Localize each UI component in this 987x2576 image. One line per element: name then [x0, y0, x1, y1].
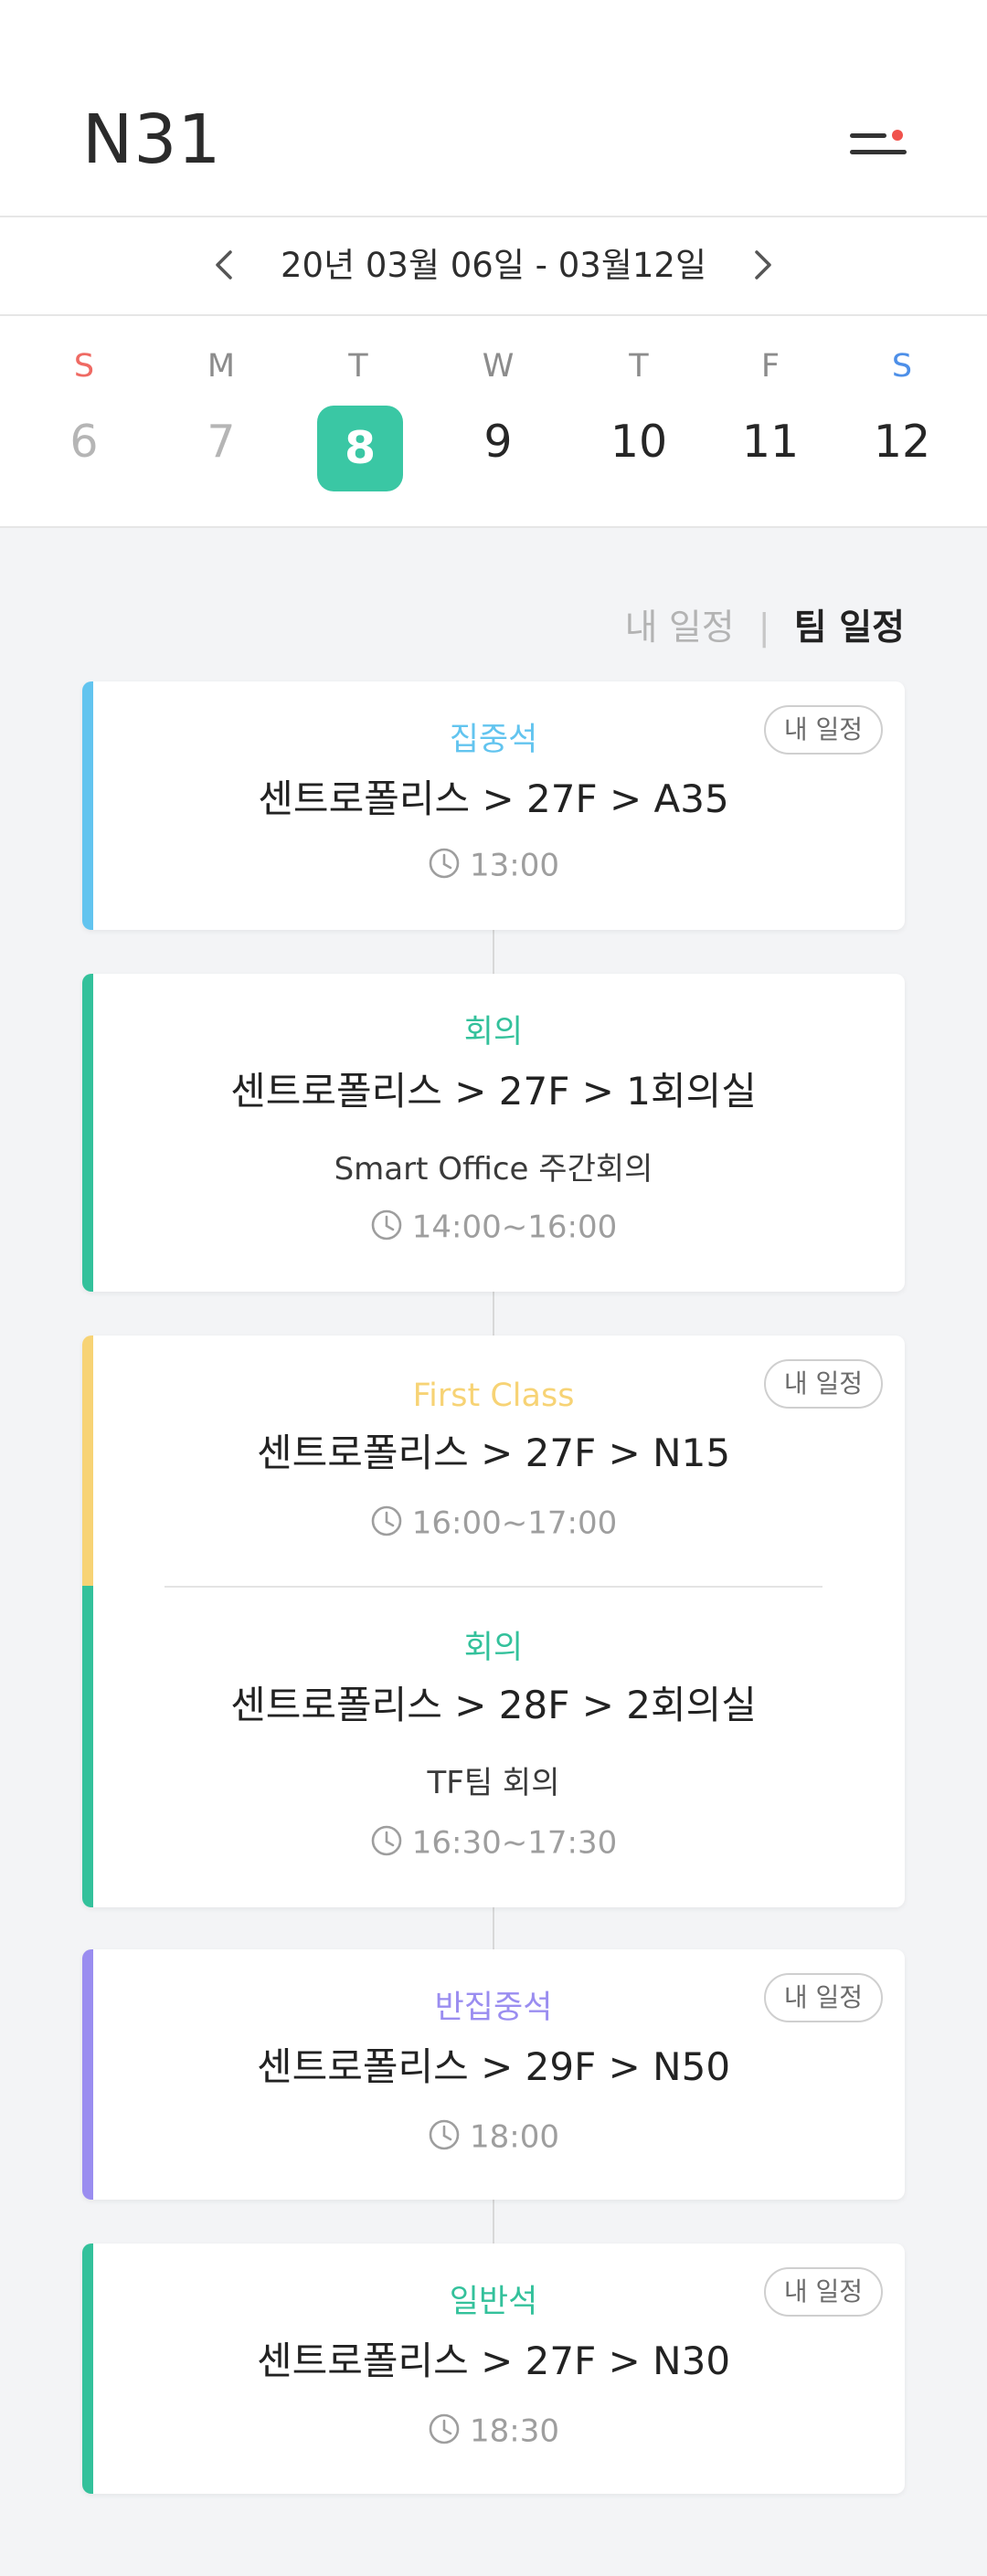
schedule-card[interactable]: 내 일정 반집중석 센트로폴리스 > 29F > N50 18:00 — [82, 1949, 905, 2200]
schedule-type: 회의 — [463, 1014, 524, 1050]
page-title: N31 — [82, 100, 222, 179]
menu-button[interactable] — [841, 119, 907, 170]
schedule-location: 센트로폴리스 > 27F > N15 — [256, 1431, 731, 1475]
schedule-description: Smart Office 주간회의 — [334, 1151, 653, 1188]
tab-my-schedule[interactable]: 내 일정 — [625, 603, 735, 654]
day-saturday[interactable]: S 12 — [847, 316, 957, 528]
day-of-week-label: W — [482, 348, 515, 385]
app-header: N31 — [0, 0, 987, 217]
schedule-time: 18:00 — [82, 2114, 905, 2159]
day-number: 9 — [483, 416, 513, 468]
day-monday[interactable]: M 7 — [166, 316, 276, 528]
day-number: 11 — [741, 416, 800, 468]
schedule-time-text: 14:00~16:00 — [411, 1209, 618, 1246]
day-of-week-label: S — [891, 348, 913, 385]
schedule-time: 16:00~17:00 — [82, 1500, 905, 1546]
schedule-type: 반집중석 — [434, 1990, 553, 2026]
day-of-week-label: F — [760, 348, 780, 385]
schedule-location: 센트로폴리스 > 27F > N30 — [256, 2338, 731, 2383]
schedule-time: 13:00 — [82, 842, 905, 888]
schedule-card[interactable]: 내 일정 집중석 센트로폴리스 > 27F > A35 13:00 — [82, 681, 905, 930]
schedule-time-text: 16:30~17:30 — [411, 1824, 618, 1862]
schedule-card[interactable]: 내 일정 일반석 센트로폴리스 > 27F > N30 18:30 — [82, 2243, 905, 2494]
day-strip: S 6 M 7 T 8 W 9 T 10 F 11 S 12 — [0, 316, 987, 528]
day-sunday[interactable]: S 6 — [29, 316, 139, 528]
clock-icon — [371, 1505, 402, 1536]
day-number: 12 — [873, 416, 931, 468]
schedule-type: 회의 — [463, 1630, 524, 1666]
schedule-description: TF팀 회의 — [427, 1765, 560, 1801]
schedule-time: 14:00~16:00 — [82, 1204, 905, 1250]
chevron-right-icon — [755, 250, 771, 280]
schedule-time-text: 16:00~17:00 — [411, 1504, 618, 1542]
day-tuesday-selected[interactable]: T 8 — [303, 316, 413, 528]
day-number: 10 — [610, 416, 668, 468]
menu-icon-bar — [850, 150, 907, 154]
clock-icon — [429, 2119, 460, 2149]
day-number: 6 — [69, 416, 99, 468]
day-thursday[interactable]: T 10 — [584, 316, 694, 528]
day-of-week-label: T — [629, 348, 649, 385]
schedule-time-text: 18:30 — [470, 2412, 559, 2450]
clock-icon — [429, 2413, 460, 2444]
day-wednesday[interactable]: W 9 — [443, 316, 553, 528]
clock-icon — [371, 1825, 402, 1855]
schedule-type: 집중석 — [449, 722, 538, 758]
schedule-card-group[interactable]: 내 일정 First Class 센트로폴리스 > 27F > N15 16:0… — [82, 1336, 905, 1907]
schedule-type: First Class — [412, 1378, 575, 1414]
schedule-card[interactable]: 회의 센트로폴리스 > 27F > 1회의실 Smart Office 주간회의… — [82, 974, 905, 1292]
day-number: 7 — [207, 416, 236, 468]
schedule-type: 일반석 — [449, 2284, 538, 2320]
day-of-week-label: M — [207, 348, 236, 385]
schedule-location: 센트로폴리스 > 27F > 1회의실 — [230, 1069, 757, 1114]
clock-icon — [429, 848, 460, 878]
schedule-location: 센트로폴리스 > 27F > A35 — [258, 776, 729, 821]
day-friday[interactable]: F 11 — [716, 316, 825, 528]
next-week-button[interactable] — [742, 245, 782, 285]
week-navigator: 20년 03월 06일 - 03월12일 — [0, 217, 987, 316]
schedule-time: 16:30~17:30 — [82, 1820, 905, 1865]
prev-week-button[interactable] — [205, 245, 245, 285]
schedule-location: 센트로폴리스 > 28F > 2회의실 — [230, 1683, 757, 1727]
schedule-location: 센트로폴리스 > 29F > N50 — [256, 2044, 731, 2089]
schedule-toggle: 내 일정 | 팀 일정 — [625, 603, 905, 654]
day-of-week-label: T — [348, 348, 368, 385]
day-of-week-label: S — [73, 348, 95, 385]
toggle-separator: | — [758, 607, 770, 649]
clock-icon — [371, 1209, 402, 1240]
menu-icon — [850, 133, 886, 138]
day-number: 8 — [317, 406, 403, 491]
schedule-time: 18:30 — [82, 2408, 905, 2454]
tab-team-schedule[interactable]: 팀 일정 — [794, 603, 905, 654]
week-range-label: 20년 03월 06일 - 03월12일 — [280, 246, 706, 285]
schedule-time-text: 18:00 — [470, 2118, 559, 2156]
schedule-time-text: 13:00 — [470, 847, 559, 884]
notification-dot — [892, 130, 903, 141]
chevron-left-icon — [216, 250, 232, 280]
card-divider — [164, 1586, 822, 1588]
